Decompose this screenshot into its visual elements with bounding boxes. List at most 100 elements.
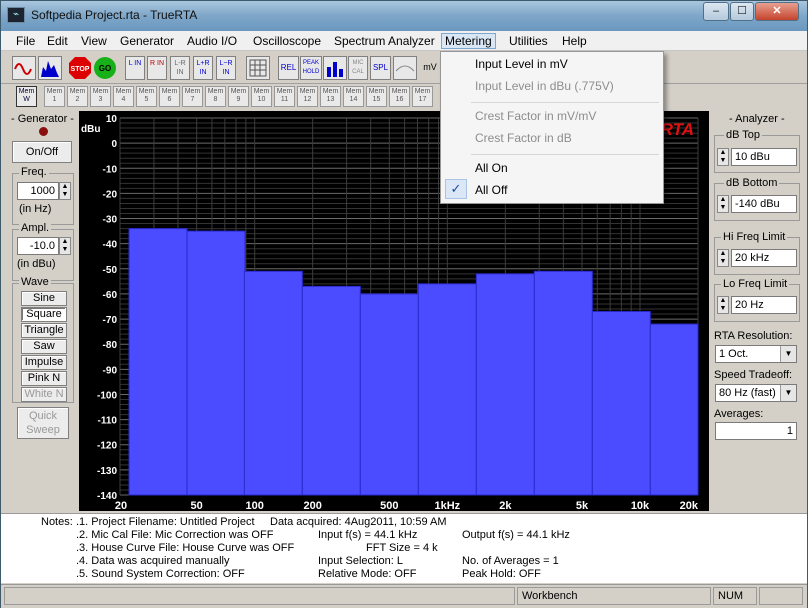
peak-hold-button[interactable]: PEAK HOLD [300, 56, 322, 80]
mem-button[interactable]: Mem 17 [412, 86, 433, 107]
curve-icon[interactable] [393, 56, 417, 80]
relative-button[interactable]: REL [278, 56, 299, 80]
db-bottom-spinner[interactable]: ▲ ▼ [717, 195, 729, 213]
spectrum-bar [475, 273, 535, 496]
freq-label: Freq. [19, 166, 49, 178]
wave-white-noise-button[interactable]: White N [21, 387, 67, 402]
freq-unit: (in Hz) [19, 203, 52, 215]
y-tick-label: -120 [97, 441, 117, 452]
channel-lminusr-in-button[interactable]: L−R IN [216, 56, 236, 80]
maximize-button[interactable]: ☐ [730, 2, 754, 21]
menu-item-input-level-dbu[interactable]: Input Level in dBu (.775V) [475, 79, 614, 93]
bar-display-icon[interactable] [323, 56, 347, 80]
channel-lr-in-button[interactable]: L-R IN [170, 56, 190, 80]
x-tick-label: 100 [245, 500, 263, 511]
spectrum-bar [533, 270, 593, 496]
channel-lplusr-in-button[interactable]: L+R IN [193, 56, 213, 80]
mem-button[interactable]: Mem 4 [113, 86, 134, 107]
note-averages: No. of Averages = 1 [462, 555, 559, 567]
mv-button[interactable]: mV [421, 56, 439, 80]
stop-button[interactable]: STOP [68, 56, 92, 80]
close-button[interactable]: ✕ [755, 2, 799, 21]
menu-audio-io[interactable]: Audio I/O [184, 33, 240, 49]
menu-item-input-level-mv[interactable]: Input Level in mV [475, 57, 568, 71]
title-bar[interactable]: ⌁ Softpedia Project.rta - TrueRTA – ☐ ✕ [1, 1, 807, 31]
mem-button[interactable]: Mem 7 [182, 86, 203, 107]
menu-utilities[interactable]: Utilities [506, 33, 551, 49]
chevron-down-icon[interactable]: ▼ [780, 385, 796, 401]
db-bottom-input[interactable]: -140 dBu [731, 195, 797, 213]
mem-button[interactable]: Mem 8 [205, 86, 226, 107]
menu-edit[interactable]: Edit [44, 33, 71, 49]
ampl-input[interactable]: -10.0 [17, 237, 59, 255]
wave-triangle-button[interactable]: Triangle [21, 323, 67, 338]
generator-onoff-button[interactable]: On/Off [12, 141, 72, 163]
oscilloscope-icon[interactable] [12, 56, 36, 80]
hi-freq-input[interactable]: 20 kHz [731, 249, 797, 267]
mem-button[interactable]: Mem 3 [90, 86, 111, 107]
mem-button[interactable]: Mem 5 [136, 86, 157, 107]
mem-button[interactable]: Mem 13 [320, 86, 341, 107]
window-title: Softpedia Project.rta - TrueRTA [31, 8, 198, 22]
go-button[interactable]: GO [93, 56, 117, 80]
mem-button[interactable]: Mem 15 [366, 86, 387, 107]
db-top-input[interactable]: 10 dBu [731, 148, 797, 166]
chevron-down-icon[interactable]: ▼ [780, 346, 796, 362]
spl-button[interactable]: SPL [370, 56, 391, 80]
mic-cal-button[interactable]: MIC CAL [348, 56, 368, 80]
mem-button[interactable]: Mem 10 [251, 86, 272, 107]
menu-item-all-off[interactable]: All Off [475, 183, 507, 197]
wave-impulse-button[interactable]: Impulse [21, 355, 67, 370]
menu-file[interactable]: File [13, 33, 38, 49]
menu-view[interactable]: View [78, 33, 110, 49]
quick-sweep-button[interactable]: Quick Sweep [17, 407, 69, 439]
wave-sine-button[interactable]: Sine [21, 291, 67, 306]
y-tick-label: -30 [103, 215, 118, 226]
menu-item-crest-factor-mv[interactable]: Crest Factor in mV/mV [475, 109, 596, 123]
wave-pink-noise-button[interactable]: Pink N [21, 371, 67, 386]
menu-metering[interactable]: Metering [441, 33, 496, 49]
y-tick-label: 0 [111, 139, 117, 150]
hi-freq-label: Hi Freq Limit [721, 231, 788, 243]
speed-tradeoff-select[interactable]: 80 Hz (fast) ▼ [715, 384, 797, 402]
mem-button[interactable]: Mem 11 [274, 86, 295, 107]
wave-saw-button[interactable]: Saw [21, 339, 67, 354]
mem-button[interactable]: Mem 12 [297, 86, 318, 107]
x-tick-label: 200 [303, 500, 321, 511]
mem-button[interactable]: Mem 6 [159, 86, 180, 107]
y-tick-label: 10 [106, 114, 118, 125]
x-tick-label: 20k [680, 500, 699, 511]
mem-button[interactable]: Mem 1 [44, 86, 65, 107]
menu-oscilloscope[interactable]: Oscilloscope [250, 33, 324, 49]
channel-r-in-button[interactable]: R IN [147, 56, 167, 80]
wave-square-button[interactable]: Square [21, 307, 67, 322]
ampl-spinner[interactable]: ▲ ▼ [59, 237, 71, 255]
spectrum-icon[interactable] [38, 56, 62, 80]
mem-button[interactable]: Mem 14 [343, 86, 364, 107]
freq-spinner[interactable]: ▲ ▼ [59, 182, 71, 200]
rta-resolution-select[interactable]: 1 Oct. ▼ [715, 345, 797, 363]
menu-generator[interactable]: Generator [117, 33, 177, 49]
menu-spectrum-analyzer[interactable]: Spectrum Analyzer [331, 33, 438, 49]
lo-freq-spinner[interactable]: ▲ ▼ [717, 296, 729, 314]
menu-item-crest-factor-db[interactable]: Crest Factor in dB [475, 131, 572, 145]
channel-l-in-button[interactable]: L IN [125, 56, 145, 80]
spectrum-bar [649, 323, 699, 496]
mem-button[interactable]: Mem 2 [67, 86, 88, 107]
mem-w-button[interactable]: Mem W [16, 86, 37, 107]
minimize-button[interactable]: – [703, 2, 729, 21]
grid-icon[interactable] [246, 56, 270, 80]
freq-input[interactable]: 1000 [17, 182, 59, 200]
app-icon[interactable]: ⌁ [7, 7, 25, 23]
menu-help[interactable]: Help [559, 33, 590, 49]
menu-item-all-on[interactable]: All On [475, 161, 508, 175]
db-top-spinner[interactable]: ▲ ▼ [717, 148, 729, 166]
speed-tradeoff-label: Speed Tradeoff: [714, 369, 793, 381]
note-input-selection: Input Selection: L [318, 555, 404, 567]
x-tick-label: 20 [115, 500, 127, 511]
averages-input[interactable]: 1 [715, 422, 797, 440]
lo-freq-input[interactable]: 20 Hz [731, 296, 797, 314]
mem-button[interactable]: Mem 16 [389, 86, 410, 107]
hi-freq-spinner[interactable]: ▲ ▼ [717, 249, 729, 267]
mem-button[interactable]: Mem 9 [228, 86, 249, 107]
